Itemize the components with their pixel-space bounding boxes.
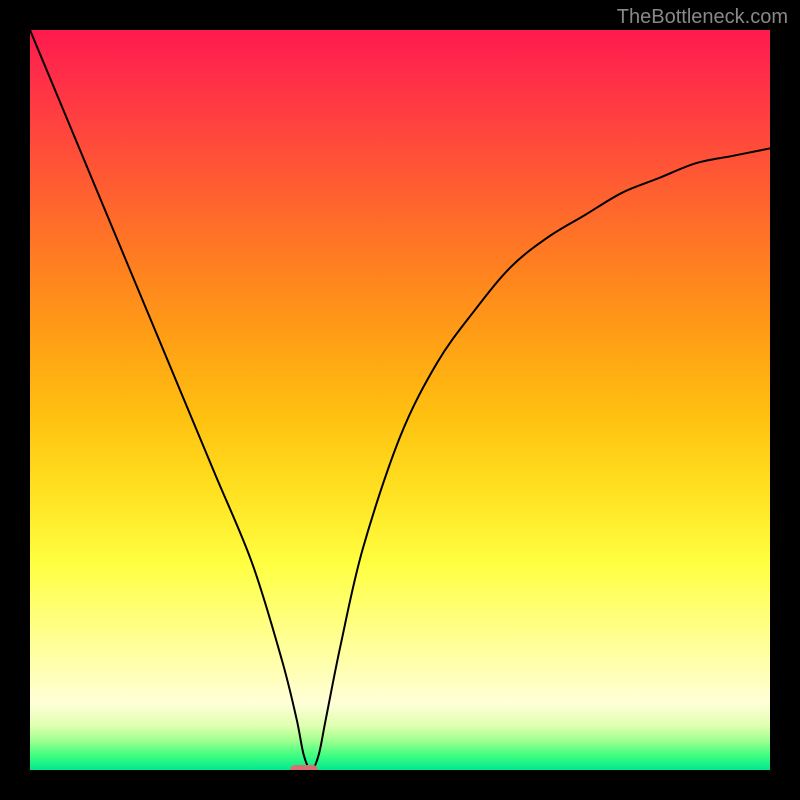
curve-svg	[30, 30, 770, 770]
chart-frame: TheBottleneck.com	[0, 0, 800, 800]
minimum-marker	[290, 765, 318, 770]
bottleneck-curve	[30, 30, 770, 770]
plot-area	[30, 30, 770, 770]
watermark-text: TheBottleneck.com	[617, 6, 788, 29]
